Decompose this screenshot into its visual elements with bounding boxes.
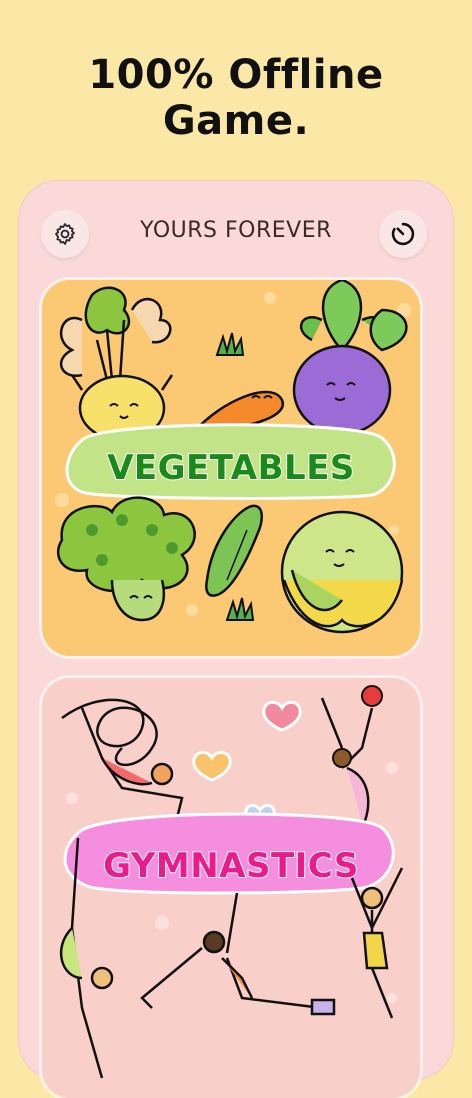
top-bar: YOURS FOREVER (18, 180, 454, 280)
broccoli-icon (56, 496, 196, 622)
headline-line-1: 100% Offline (88, 52, 384, 98)
gymnastics-illustration (60, 685, 404, 1079)
heart-icon (192, 750, 232, 782)
card-label-vegetables: VEGETABLES (106, 447, 355, 489)
timer-button[interactable] (379, 210, 427, 258)
timer-icon (391, 222, 415, 246)
beet-icon (292, 280, 408, 450)
card-label-gymnastics: GYMNASTICS (102, 845, 359, 887)
app-screen: YOURS FOREVER VEGETABLES GYMNASTICS (18, 180, 454, 1098)
headline-line-2: Game. (162, 98, 310, 144)
cucumber-icon (205, 504, 263, 597)
heart-icon (262, 700, 302, 732)
kohlrabi-icon (60, 286, 174, 442)
cabbage-icon (280, 510, 404, 634)
promo-headline: 100% Offline Game. (0, 52, 472, 144)
split-gymnast-icon (140, 892, 336, 1016)
category-card-vegetables[interactable]: VEGETABLES (42, 280, 420, 656)
category-card-gymnastics[interactable]: GYMNASTICS (42, 678, 420, 1098)
